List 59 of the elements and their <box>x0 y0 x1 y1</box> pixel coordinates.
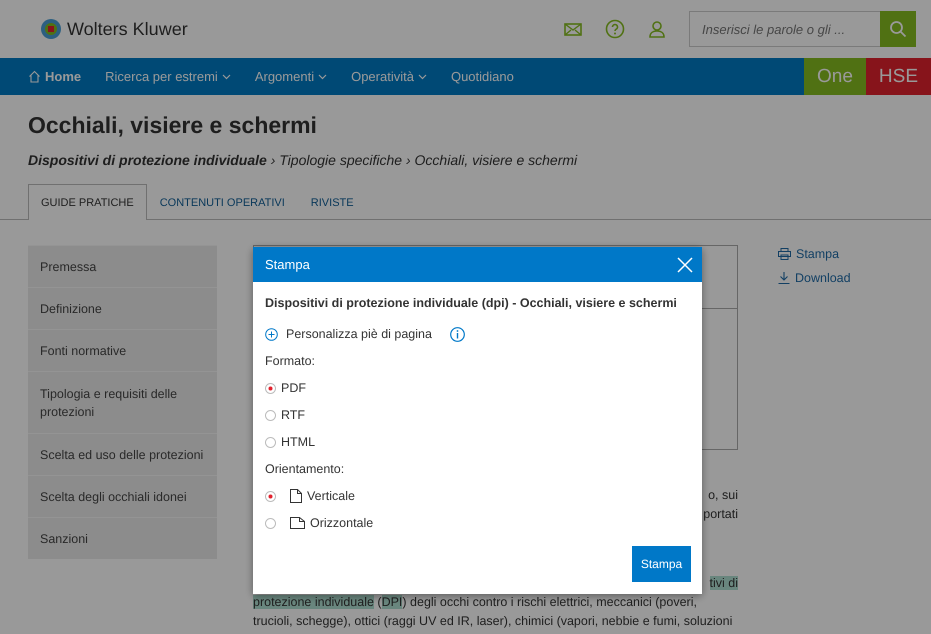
nav-item[interactable]: Operatività <box>351 58 427 95</box>
footer-option[interactable]: Personalizza piè di pagina <box>286 326 432 342</box>
nav-item[interactable]: Ricerca per estremi <box>105 58 231 95</box>
radio-label: PDF <box>281 380 306 396</box>
radio-label: RTF <box>281 407 306 423</box>
radio-button[interactable] <box>265 382 276 394</box>
paragraph-text: protezione individuale (DPI) degli occhi contro i rischi elettrici, meccanici (poveri, <box>253 594 697 611</box>
radio-label: Verticale <box>307 488 355 504</box>
orientation-label: Orientamento: <box>265 461 346 477</box>
format-label: Formato: <box>265 353 316 369</box>
tab[interactable]: GUIDE PRATICHE <box>28 184 147 220</box>
radio-button[interactable] <box>265 490 276 502</box>
paragraph-text: o, sui <box>708 487 738 504</box>
paragraph-text: portati <box>703 506 738 523</box>
logo-icon <box>40 18 62 40</box>
nav-item[interactable]: Home <box>28 58 82 95</box>
radio-label: Orizzontale <box>310 515 374 531</box>
dialog-title: Stampa <box>265 257 310 272</box>
tab[interactable]: RIVISTE <box>298 184 367 220</box>
caret-icon <box>318 74 328 80</box>
info-icon[interactable] <box>450 326 465 342</box>
product-tab[interactable]: HSE <box>866 58 931 95</box>
portrait-page-icon <box>290 489 302 503</box>
sidebar-item[interactable]: Tipologia e requisiti delle protezioni <box>28 371 217 433</box>
logo-text: Wolters Kluwer <box>67 18 188 40</box>
plus-circle-icon[interactable] <box>265 328 278 340</box>
sidebar-item[interactable]: Premessa <box>28 245 217 287</box>
user-icon[interactable] <box>647 19 667 39</box>
document-title: Dispositivi di protezione individuale (dpi) - Occhiali, visiere e schermi <box>265 295 678 311</box>
radio-button[interactable] <box>265 518 276 528</box>
sidebar-item[interactable]: Definizione <box>28 287 217 329</box>
action-link[interactable]: Stampa <box>778 245 851 263</box>
sidebar-item[interactable]: Scelta degli occhiali idonei <box>28 475 217 517</box>
landscape-page-icon <box>290 517 305 529</box>
download-icon <box>778 272 790 284</box>
tab[interactable]: CONTENUTI OPERATIVI <box>146 184 298 220</box>
close-icon[interactable] <box>676 256 694 274</box>
printer-icon <box>778 248 791 260</box>
radio-label: HTML <box>281 434 316 450</box>
breadcrumb[interactable]: Dispositivi di protezione individuale › Tipologie specifiche › Occhiali, visiere e schermi <box>28 151 578 169</box>
sidebar-item[interactable]: Sanzioni <box>28 517 217 559</box>
home-icon <box>28 70 41 83</box>
search-field[interactable]: Inserisci le parole o gli ... <box>689 11 880 47</box>
paragraph-text: tivi di <box>710 575 738 592</box>
radio-button[interactable] <box>265 436 276 448</box>
sidebar-item[interactable]: Fonti normative <box>28 329 217 371</box>
search-icon <box>889 20 907 38</box>
help-icon[interactable] <box>605 19 625 39</box>
sidebar-item[interactable]: Scelta ed uso delle protezioni <box>28 433 217 475</box>
paragraph-text: trucioli, schegge), ottici (raggi UV ed IR, laser), chimici (vapori, nebbie e fumi, soluzioni <box>253 613 732 630</box>
nav-item[interactable]: Argomenti <box>254 58 328 95</box>
print-button[interactable]: Stampa <box>632 546 691 582</box>
page-title: Occhiali, visiere e schermi <box>28 111 318 139</box>
caret-icon <box>222 74 231 80</box>
caret-icon <box>418 74 427 80</box>
action-link[interactable]: Download <box>778 269 851 287</box>
radio-button[interactable] <box>265 410 276 420</box>
search-button[interactable] <box>880 11 916 47</box>
nav-item[interactable]: Quotidiano <box>450 58 514 95</box>
